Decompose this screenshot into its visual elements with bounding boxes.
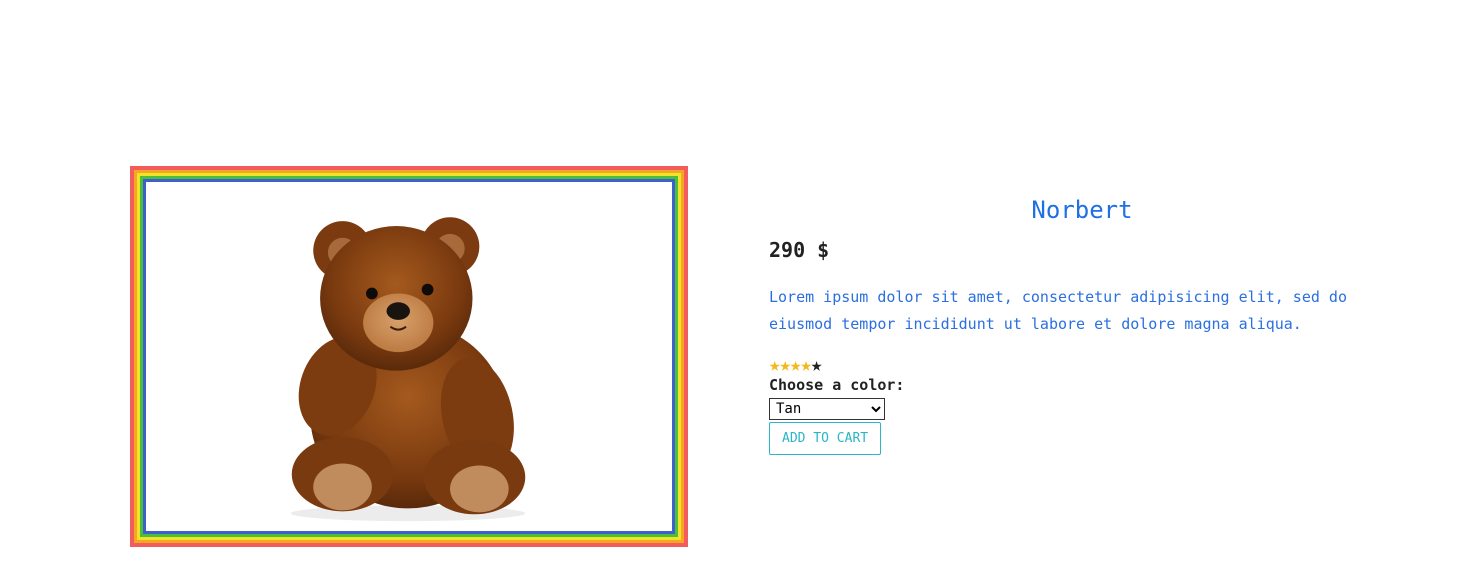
color-label: Choose a color: — [769, 376, 905, 394]
star-icon: ★ — [769, 354, 780, 376]
product-price: 290 $ — [769, 238, 830, 262]
star-icon: ★ — [800, 354, 811, 376]
product-image-frame — [130, 166, 688, 547]
color-select[interactable]: Tan — [769, 398, 885, 420]
rating-stars: ★★★★★ — [769, 356, 1409, 375]
product-details: Norbert 290 $ Lorem ipsum dolor sit amet… — [769, 196, 1409, 455]
star-icon: ★ — [779, 354, 790, 376]
star-icon: ★ — [810, 354, 822, 376]
teddy-bear-image — [150, 186, 668, 527]
add-to-cart-button[interactable]: ADD TO CART — [769, 422, 882, 455]
star-icon: ★ — [789, 354, 801, 376]
product-title: Norbert — [1031, 196, 1133, 224]
product-description: Lorem ipsum dolor sit amet, consectetur … — [769, 288, 1347, 333]
